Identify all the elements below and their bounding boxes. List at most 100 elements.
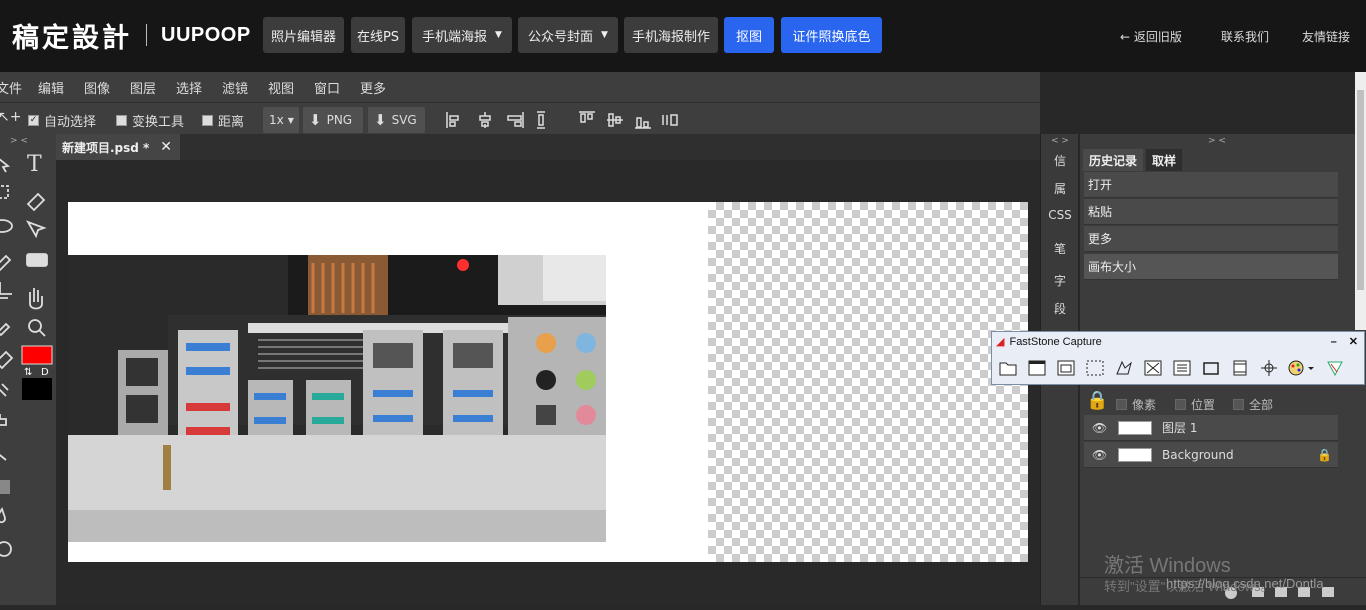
- menu-edit[interactable]: 编辑: [38, 78, 64, 97]
- menu-layer[interactable]: 图层: [130, 78, 156, 97]
- zoom-select[interactable]: 1x ▼: [263, 107, 299, 133]
- shape-tool-icon[interactable]: [26, 253, 48, 267]
- menu-image[interactable]: 图像: [84, 78, 110, 97]
- eye-icon[interactable]: 👁: [1092, 421, 1110, 435]
- capture-fullscreen-icon[interactable]: [1141, 356, 1165, 380]
- swap-colors-icon[interactable]: ⇅: [24, 367, 32, 378]
- nav-poster-make[interactable]: 手机海报制作: [624, 17, 718, 53]
- nav-mobile-poster[interactable]: 手机端海报 ▼: [412, 17, 512, 53]
- output-palette-icon[interactable]: [1286, 356, 1318, 380]
- menu-select[interactable]: 选择: [176, 78, 202, 97]
- capture-freehand-icon[interactable]: [1112, 356, 1136, 380]
- document-tab-bar: 新建项目.psd * ✕: [56, 134, 1040, 160]
- eraser-tool-icon[interactable]: [0, 350, 14, 370]
- close-icon[interactable]: ✕: [1349, 335, 1358, 348]
- download-icon: ⬇: [374, 111, 387, 129]
- nav-online-ps[interactable]: 在线PS: [351, 17, 405, 53]
- strip-css[interactable]: CSS: [1041, 208, 1079, 222]
- minimize-icon[interactable]: –: [1331, 336, 1337, 348]
- lasso-tool-icon[interactable]: [0, 219, 13, 233]
- open-file-icon[interactable]: [996, 356, 1020, 380]
- move-tool-icon[interactable]: [0, 158, 11, 173]
- marquee-tool-icon[interactable]: [0, 185, 9, 199]
- logo-divider: [146, 24, 147, 46]
- download-icon: ⬇: [309, 111, 322, 129]
- foreground-color-swatch[interactable]: [21, 345, 53, 365]
- eyedropper-tool-icon[interactable]: [0, 322, 11, 337]
- export-label: PNG: [326, 113, 353, 127]
- distance-checkbox[interactable]: 距离: [202, 111, 244, 130]
- faststone-titlebar[interactable]: ◢ FastStone Capture – ✕: [992, 332, 1364, 351]
- capture-scrolling-icon[interactable]: [1170, 356, 1194, 380]
- export-png-button[interactable]: ⬇ PNG: [303, 107, 363, 133]
- panel-collapse-icon[interactable]: < >: [1041, 136, 1079, 146]
- brand-logo[interactable]: 稿定設計 UUPOOP: [12, 18, 251, 54]
- strip-paragraph[interactable]: 段: [1041, 300, 1079, 317]
- stamp-tool-icon[interactable]: [0, 414, 7, 426]
- eye-icon[interactable]: 👁: [1092, 448, 1110, 462]
- nav-photo-editor[interactable]: 照片编辑器: [263, 17, 344, 53]
- align-icons[interactable]: [445, 110, 685, 130]
- menu-window[interactable]: 窗口: [314, 78, 340, 97]
- strip-info[interactable]: 信: [1041, 152, 1079, 169]
- lock-pixels-checkbox[interactable]: 像素: [1116, 396, 1156, 413]
- capture-object-icon[interactable]: [1054, 356, 1078, 380]
- panel-collapse-icon[interactable]: > <: [1208, 136, 1226, 146]
- strip-properties[interactable]: 属: [1041, 180, 1079, 197]
- crop-tool-icon[interactable]: [0, 282, 12, 299]
- nav-wechat-cover[interactable]: 公众号封面 ▼: [518, 17, 618, 53]
- tab-swatches[interactable]: 取样: [1146, 149, 1183, 171]
- capture-window-icon[interactable]: [1025, 356, 1049, 380]
- background-color-swatch[interactable]: [22, 378, 52, 400]
- strip-character[interactable]: 字: [1041, 272, 1079, 289]
- crosshair-icon[interactable]: [1257, 356, 1281, 380]
- text-tool-icon[interactable]: T: [27, 152, 42, 177]
- capture-rectangle-icon[interactable]: [1083, 356, 1107, 380]
- tab-history[interactable]: 历史记录: [1083, 149, 1144, 171]
- menu-file[interactable]: 文件: [0, 78, 22, 97]
- lock-position-checkbox[interactable]: 位置: [1175, 396, 1215, 413]
- checkbox-icon: [116, 115, 127, 126]
- menu-view[interactable]: 视图: [268, 78, 294, 97]
- zoom-tool-icon[interactable]: [38, 329, 46, 337]
- options-bar: ↖+ ✓ 自动选择 变换工具 距离 1x ▼ ⬇ PNG ⬇ SVG: [0, 102, 1040, 134]
- default-colors-icon[interactable]: D: [41, 367, 49, 378]
- pen-tool-icon[interactable]: [26, 192, 46, 212]
- logo-english: UUPOOP: [161, 23, 251, 46]
- layer-thumbnail: [1118, 420, 1152, 435]
- contact-link[interactable]: 联系我们: [1221, 28, 1269, 45]
- settings-pen-icon[interactable]: [1323, 356, 1347, 380]
- close-icon[interactable]: ✕: [160, 139, 172, 155]
- layer-row[interactable]: 👁 Background 🔒: [1084, 442, 1338, 468]
- gradient-tool-icon[interactable]: [0, 480, 10, 494]
- history-item[interactable]: 粘贴: [1084, 199, 1338, 225]
- capture-fixed-region-icon[interactable]: [1199, 356, 1223, 380]
- strip-brush[interactable]: 笔: [1041, 240, 1079, 257]
- export-svg-button[interactable]: ⬇ SVG: [368, 107, 425, 133]
- screen-recorder-icon[interactable]: [1228, 356, 1252, 380]
- document-canvas[interactable]: [68, 202, 1028, 562]
- brush-tool-icon[interactable]: [0, 254, 12, 272]
- scrollbar-thumb[interactable]: [1357, 90, 1364, 290]
- transform-tools-checkbox[interactable]: 变换工具: [116, 111, 184, 130]
- menu-filter[interactable]: 滤镜: [222, 78, 248, 97]
- history-item-active[interactable]: 画布大小: [1084, 254, 1338, 280]
- back-old-version-link[interactable]: ← 返回旧版: [1120, 28, 1182, 45]
- direct-select-icon[interactable]: [25, 220, 47, 239]
- history-item[interactable]: 更多: [1084, 226, 1338, 252]
- blur-tool-icon[interactable]: [0, 506, 6, 524]
- move-tool-icon[interactable]: ↖+: [0, 109, 21, 125]
- hand-tool-icon[interactable]: [29, 288, 43, 310]
- history-item[interactable]: 打开: [1084, 172, 1338, 198]
- dodge-tool-icon[interactable]: [0, 541, 12, 557]
- layer-row[interactable]: 👁 图层 1: [1084, 415, 1338, 441]
- menu-more[interactable]: 更多: [360, 78, 386, 97]
- auto-select-checkbox[interactable]: ✓ 自动选择: [28, 111, 96, 130]
- friend-links[interactable]: 友情链接: [1302, 28, 1350, 45]
- paint-tool-icon[interactable]: [0, 383, 9, 397]
- document-tab[interactable]: 新建项目.psd * ✕: [56, 134, 180, 160]
- nav-cutout[interactable]: 抠图: [724, 17, 774, 53]
- healing-tool-icon[interactable]: [0, 452, 7, 461]
- lock-all-checkbox[interactable]: 全部: [1233, 396, 1273, 413]
- nav-id-photo[interactable]: 证件照换底色: [781, 17, 882, 53]
